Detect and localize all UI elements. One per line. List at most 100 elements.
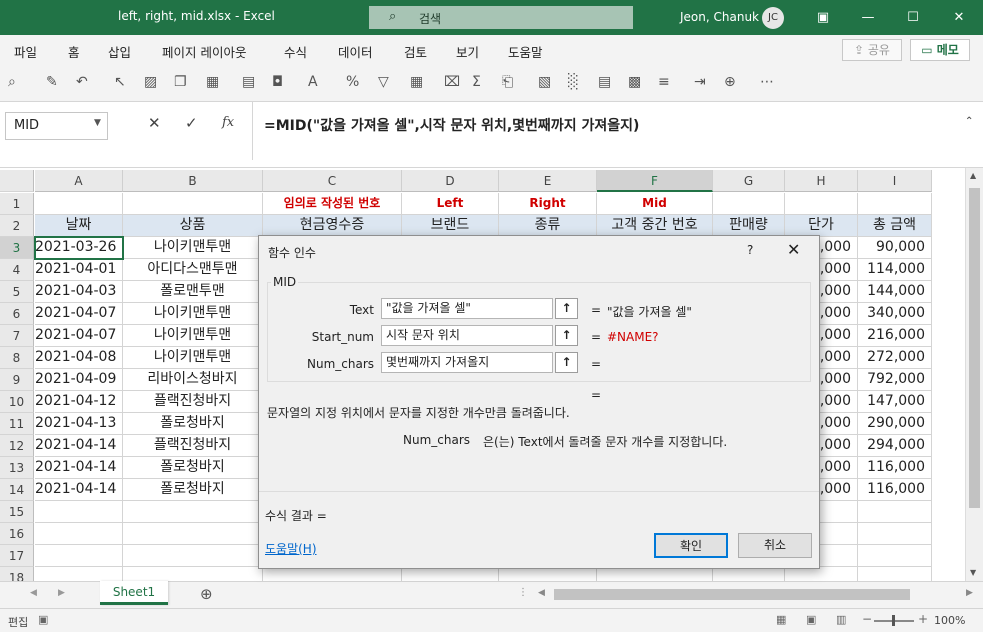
arg-input-text[interactable]: "값을 가져올 셀" bbox=[381, 298, 553, 319]
row-header[interactable]: 13 bbox=[0, 457, 34, 479]
scroll-thumb[interactable] bbox=[969, 188, 980, 508]
product-cell[interactable]: 나이키맨투맨 bbox=[123, 237, 263, 259]
arg-input-start-num[interactable]: 시작 문자 위치 bbox=[381, 325, 553, 346]
help-icon[interactable]: ? bbox=[747, 243, 753, 257]
column-header-f[interactable]: F bbox=[597, 170, 713, 192]
cell[interactable] bbox=[858, 193, 932, 215]
column-header-c[interactable]: C bbox=[263, 170, 402, 192]
column-header-b[interactable]: B bbox=[123, 170, 263, 192]
menu-home[interactable]: 홈 bbox=[68, 42, 80, 61]
fill-color-icon[interactable]: ◘ bbox=[272, 74, 283, 90]
zoom-slider-thumb[interactable] bbox=[892, 615, 895, 626]
table-icon[interactable]: ▤ bbox=[242, 74, 255, 90]
total-cell[interactable]: 290,000 bbox=[858, 413, 932, 435]
copy-icon[interactable]: ❐ bbox=[174, 74, 187, 90]
header-cell[interactable]: 브랜드 bbox=[402, 215, 499, 237]
column-header-i[interactable]: I bbox=[858, 170, 932, 192]
cell[interactable] bbox=[123, 501, 263, 523]
prev-sheet-icon[interactable]: ◀ bbox=[30, 588, 37, 598]
close-icon[interactable]: ✕ bbox=[936, 0, 982, 35]
row1-label-left[interactable]: Left bbox=[402, 193, 499, 215]
date-cell[interactable]: 2021-04-07 bbox=[35, 325, 123, 347]
header-cell[interactable]: 총 금액 bbox=[858, 215, 932, 237]
cell[interactable] bbox=[858, 501, 932, 523]
help-link[interactable]: 도움말(H) bbox=[265, 540, 317, 557]
header-cell[interactable]: 날짜 bbox=[35, 215, 123, 237]
row1-label-mid[interactable]: Mid bbox=[597, 193, 713, 215]
scroll-up-icon[interactable]: ▲ bbox=[970, 171, 976, 180]
column-header-a[interactable]: A bbox=[35, 170, 123, 192]
tab-splitter-icon[interactable]: ⋮ bbox=[518, 587, 528, 598]
vertical-scrollbar[interactable]: ▲ ▼ bbox=[965, 168, 983, 581]
table-insert-icon[interactable]: ▤ bbox=[598, 74, 611, 90]
row-header[interactable]: 11 bbox=[0, 413, 34, 435]
column-header-h[interactable]: H bbox=[785, 170, 858, 192]
cell[interactable] bbox=[858, 567, 932, 581]
total-cell[interactable]: 216,000 bbox=[858, 325, 932, 347]
cell[interactable] bbox=[713, 193, 785, 215]
date-cell[interactable]: 2021-04-14 bbox=[35, 479, 123, 501]
zoom-in-icon[interactable]: + bbox=[918, 612, 928, 626]
cell[interactable] bbox=[35, 501, 123, 523]
product-cell[interactable]: 폴로청바지 bbox=[123, 413, 263, 435]
date-cell[interactable]: 2021-04-14 bbox=[35, 435, 123, 457]
percent-icon[interactable]: % bbox=[346, 74, 359, 90]
cell[interactable] bbox=[858, 523, 932, 545]
font-color-icon[interactable]: A bbox=[308, 74, 318, 90]
minimize-icon[interactable]: — bbox=[845, 0, 891, 35]
cell[interactable] bbox=[597, 567, 713, 581]
product-cell[interactable]: 나이키맨투맨 bbox=[123, 303, 263, 325]
product-cell[interactable]: 나이키맨투맨 bbox=[123, 325, 263, 347]
page-break-view-icon[interactable]: ▥ bbox=[836, 613, 846, 626]
header-cell[interactable]: 종류 bbox=[499, 215, 597, 237]
check-icon[interactable]: ✓ bbox=[185, 114, 198, 132]
undo-icon[interactable]: ↶ bbox=[76, 74, 88, 90]
insert-function-icon[interactable]: fx bbox=[222, 115, 234, 130]
share-button[interactable]: ⇪ 공유 bbox=[842, 39, 902, 61]
more-icon[interactable]: ⋯ bbox=[760, 74, 774, 90]
format-painter-icon[interactable]: ✎ bbox=[46, 74, 58, 90]
excel-icon[interactable]: ▦ bbox=[206, 74, 219, 90]
product-cell[interactable]: 나이키맨투맨 bbox=[123, 347, 263, 369]
cell[interactable] bbox=[35, 567, 123, 581]
hscroll-left-icon[interactable]: ◀ bbox=[538, 588, 545, 598]
cell[interactable] bbox=[858, 545, 932, 567]
date-cell[interactable]: 2021-04-01 bbox=[35, 259, 123, 281]
menu-view[interactable]: 보기 bbox=[456, 42, 479, 61]
normal-view-icon[interactable]: ▦ bbox=[776, 613, 786, 626]
total-cell[interactable]: 272,000 bbox=[858, 347, 932, 369]
cell[interactable] bbox=[35, 193, 123, 215]
menu-page-layout[interactable]: 페이지 레이아웃 bbox=[162, 42, 246, 61]
product-cell[interactable]: 폴로청바지 bbox=[123, 457, 263, 479]
page-layout-view-icon[interactable]: ▣ bbox=[806, 613, 816, 626]
search-icon[interactable]: ⌕ bbox=[8, 74, 16, 90]
date-cell[interactable]: 2021-04-12 bbox=[35, 391, 123, 413]
cell[interactable] bbox=[263, 567, 402, 581]
cell[interactable] bbox=[123, 567, 263, 581]
total-cell[interactable]: 144,000 bbox=[858, 281, 932, 303]
column-header-d[interactable]: D bbox=[402, 170, 499, 192]
select-all-corner[interactable] bbox=[0, 170, 34, 192]
product-cell[interactable]: 아디다스맨투맨 bbox=[123, 259, 263, 281]
total-cell[interactable]: 792,000 bbox=[858, 369, 932, 391]
row-header[interactable]: 17 bbox=[0, 545, 34, 567]
accessibility-icon[interactable]: ▣ bbox=[38, 613, 48, 626]
row-header[interactable]: 15 bbox=[0, 501, 34, 523]
chart-icon[interactable]: ░ bbox=[568, 74, 579, 90]
cell[interactable] bbox=[402, 567, 499, 581]
header-cell[interactable]: 고객 중간 번호 bbox=[597, 215, 713, 237]
pointer-icon[interactable]: ↖ bbox=[114, 74, 126, 90]
search-box[interactable]: ⌕ 검색 bbox=[369, 6, 633, 29]
document-icon[interactable]: ⎗ bbox=[502, 74, 513, 90]
row-header[interactable]: 4 bbox=[0, 259, 34, 281]
next-sheet-icon[interactable]: ▶ bbox=[58, 588, 65, 598]
product-cell[interactable]: 리바이스청바지 bbox=[123, 369, 263, 391]
collapse-dialog-icon[interactable]: ↑ bbox=[555, 298, 578, 319]
filter-icon[interactable]: ▽ bbox=[378, 74, 389, 90]
menu-data[interactable]: 데이터 bbox=[338, 42, 373, 61]
zoom-level[interactable]: 100% bbox=[934, 614, 965, 627]
column-header-g[interactable]: G bbox=[713, 170, 785, 192]
menu-help[interactable]: 도움말 bbox=[508, 42, 543, 61]
total-cell[interactable]: 114,000 bbox=[858, 259, 932, 281]
total-cell[interactable]: 116,000 bbox=[858, 457, 932, 479]
